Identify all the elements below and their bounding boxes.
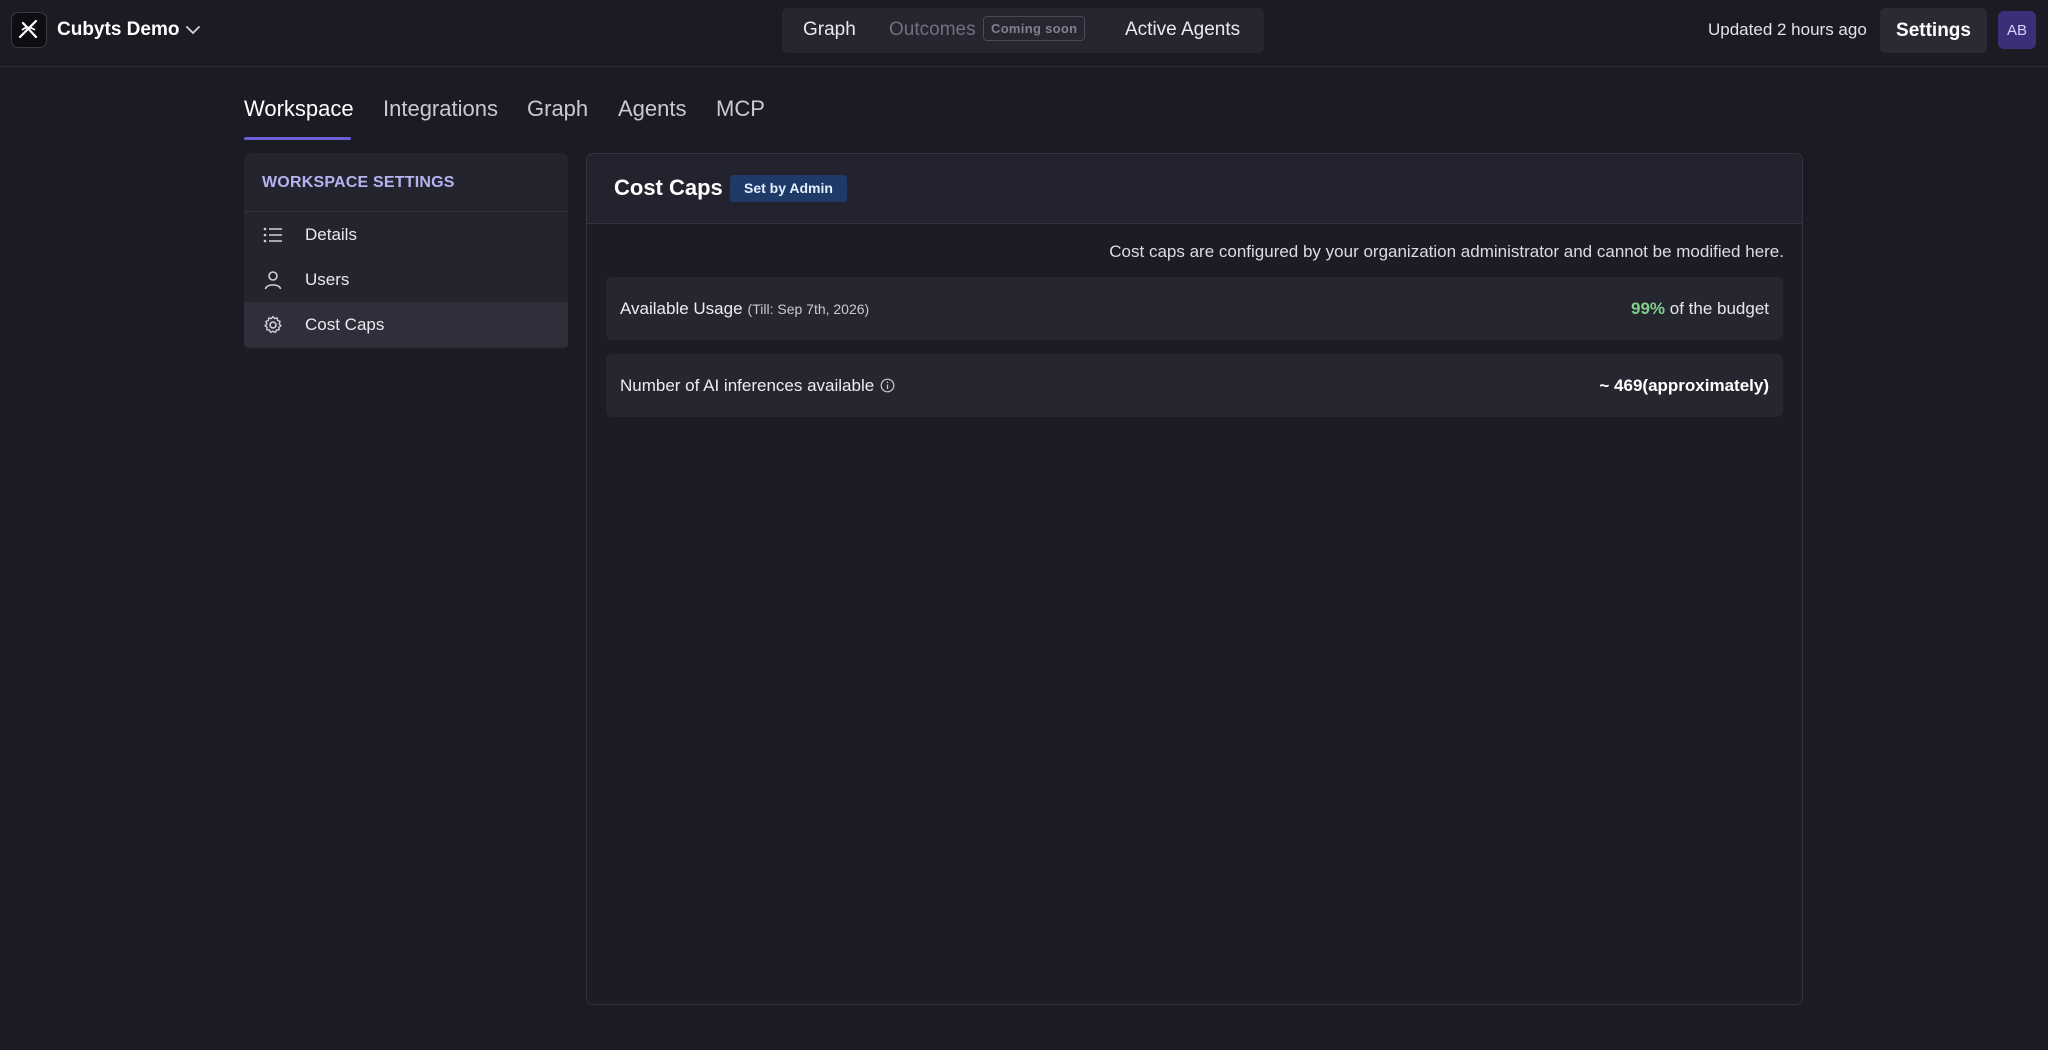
usage-percent: 99% bbox=[1630, 298, 1666, 318]
available-usage-row: Available Usage (Till: Sep 7th, 2026) 99… bbox=[606, 277, 1783, 340]
ai-inferences-row: Number of AI inferences available ~ 469(… bbox=[606, 354, 1783, 417]
tab-workspace[interactable]: Workspace bbox=[244, 96, 354, 122]
list-icon bbox=[262, 224, 284, 246]
usage-till-date: (Till: Sep 7th, 2026) bbox=[747, 300, 870, 317]
sidebar-item-cost-caps[interactable]: Cost Caps bbox=[244, 302, 568, 347]
sidebar-item-label: Details bbox=[305, 224, 357, 244]
chevron-down-icon bbox=[185, 25, 201, 35]
sidebar-item-label: Cost Caps bbox=[305, 314, 385, 334]
cubyts-logo-icon bbox=[11, 12, 47, 48]
tab-integrations[interactable]: Integrations bbox=[383, 96, 498, 122]
usage-suffix: of the budget bbox=[1665, 298, 1769, 318]
settings-button[interactable]: Settings bbox=[1880, 8, 1987, 53]
admin-note: Cost caps are configured by your organiz… bbox=[1109, 242, 1784, 261]
user-icon bbox=[262, 269, 284, 291]
primary-nav: Graph Outcomes Coming soon Active Agents bbox=[782, 8, 1264, 53]
ai-inferences-value: ~ 469(approximately) bbox=[1599, 375, 1769, 395]
set-by-admin-badge: Set by Admin bbox=[730, 175, 847, 202]
tab-agents[interactable]: Agents bbox=[618, 96, 687, 122]
avatar[interactable]: AB bbox=[1998, 11, 2036, 49]
workspace-switcher[interactable]: Cubyts Demo bbox=[11, 12, 201, 48]
sidebar-heading: WORKSPACE SETTINGS bbox=[244, 153, 568, 212]
nav-active-agents[interactable]: Active Agents bbox=[1125, 19, 1240, 41]
nav-graph[interactable]: Graph bbox=[803, 19, 856, 41]
workspace-name: Cubyts Demo bbox=[57, 19, 180, 40]
updated-status: Updated 2 hours ago bbox=[1708, 20, 1867, 39]
nav-outcomes: Outcomes bbox=[889, 19, 976, 40]
tab-mcp[interactable]: MCP bbox=[716, 96, 765, 122]
gear-icon bbox=[262, 314, 284, 336]
top-bar: Cubyts Demo Graph Outcomes Coming soon A… bbox=[0, 0, 2048, 67]
sidebar-item-users[interactable]: Users bbox=[244, 257, 568, 302]
available-usage-label: Available Usage bbox=[620, 298, 743, 318]
sidebar-item-details[interactable]: Details bbox=[244, 212, 568, 257]
page-title: Cost Caps bbox=[614, 175, 723, 200]
sidebar-item-label: Users bbox=[305, 269, 350, 289]
tab-graph[interactable]: Graph bbox=[527, 96, 588, 122]
coming-soon-badge: Coming soon bbox=[983, 16, 1086, 41]
workspace-settings-sidebar: WORKSPACE SETTINGS Details Users Cost Ca… bbox=[244, 153, 568, 349]
info-icon[interactable] bbox=[880, 378, 895, 393]
card-header: Cost Caps Set by Admin bbox=[587, 154, 1802, 224]
cost-caps-card: Cost Caps Set by Admin Cost caps are con… bbox=[586, 153, 1803, 1005]
ai-inferences-label: Number of AI inferences available bbox=[620, 375, 875, 395]
active-tab-indicator bbox=[244, 137, 351, 140]
